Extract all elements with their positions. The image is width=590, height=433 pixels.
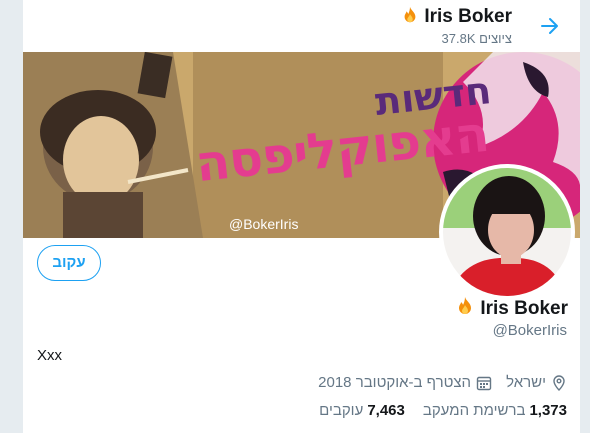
- header-title: Iris Boker: [401, 6, 512, 28]
- following-label: ברשימת המעקב: [422, 402, 526, 419]
- followers-link[interactable]: 7,463עוקבים: [319, 402, 405, 419]
- tweet-count-label: ציוצים: [479, 31, 512, 46]
- avatar[interactable]: [439, 164, 575, 300]
- profile-header: Iris Boker ציוצים 37.8K: [23, 0, 580, 52]
- follow-button[interactable]: עקוב: [37, 245, 101, 281]
- profile-meta: ישראל הצטרף ב-אוקטובר 2018: [318, 374, 567, 391]
- profile-name: Iris Boker: [455, 296, 568, 320]
- following-link[interactable]: 1,373ברשימת המעקב: [423, 402, 567, 419]
- banner-handle: @BokerIris: [229, 216, 299, 232]
- joined-text: הצטרף ב-אוקטובר 2018: [318, 374, 472, 391]
- following-count: 1,373: [529, 402, 567, 419]
- fire-emoji-icon: [401, 6, 424, 27]
- tweet-count: ציוצים 37.8K: [442, 31, 512, 46]
- joined-item: הצטרף ב-אוקטובר 2018: [318, 374, 492, 391]
- profile-name-text: Iris Boker: [480, 298, 568, 319]
- profile-handle: @BokerIris: [492, 322, 567, 339]
- fire-emoji-icon: [455, 297, 480, 319]
- back-arrow-icon[interactable]: [538, 14, 562, 38]
- profile-panel: Iris Boker ציוצים 37.8K חדשות האפוקליפסה…: [22, 0, 581, 433]
- location-text: ישראל: [506, 374, 546, 391]
- calendar-icon: [476, 375, 492, 391]
- location-icon: [551, 374, 567, 391]
- location-item: ישראל: [506, 374, 567, 391]
- header-display-name: Iris Boker: [424, 6, 512, 27]
- followers-label: עוקבים: [319, 402, 364, 419]
- profile-stats: 1,373ברשימת המעקב 7,463עוקבים: [319, 402, 567, 419]
- followers-count: 7,463: [367, 402, 405, 419]
- tweet-count-value: 37.8K: [441, 31, 476, 46]
- profile-bio: Xxx: [37, 347, 63, 364]
